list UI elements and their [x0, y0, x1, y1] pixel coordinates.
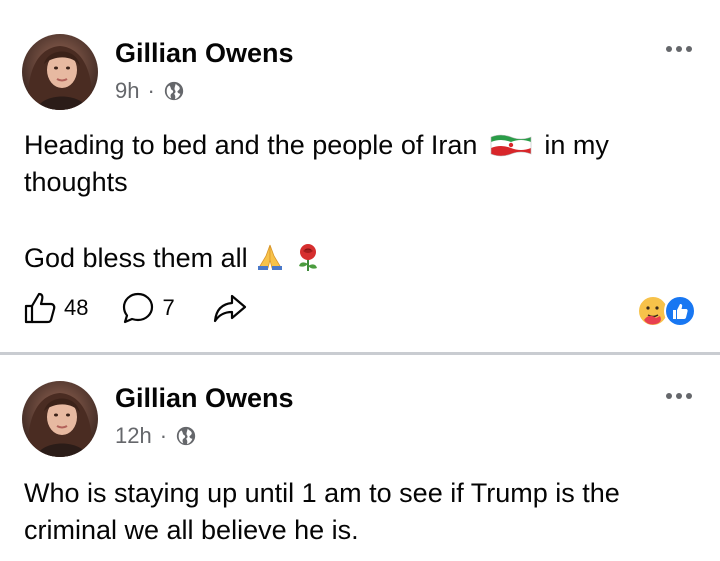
- dot-icon: [686, 46, 692, 52]
- share-icon: [213, 294, 246, 323]
- post-text: Who is staying up until 1 am to see if T…: [24, 475, 690, 549]
- meta-separator: ·: [159, 423, 168, 448]
- post-actions: 48 7: [22, 290, 277, 326]
- meta-separator: ·: [147, 78, 155, 103]
- iran-flag-emoji-icon: [490, 134, 532, 157]
- thumbs-up-icon: [24, 292, 56, 324]
- comment-icon: [123, 292, 154, 324]
- care-reaction-icon: [637, 295, 669, 327]
- globe-icon: [164, 81, 183, 101]
- author-name[interactable]: Gillian Owens: [115, 383, 294, 414]
- post: Gillian Owens 9h · Heading to bed and th…: [0, 0, 720, 352]
- post-text-line1: Heading to bed and the people of Iran: [24, 130, 478, 160]
- more-options-button[interactable]: [666, 393, 692, 399]
- post-meta: 12h ·: [115, 423, 197, 449]
- share-button[interactable]: [211, 290, 249, 326]
- post: Gillian Owens 12h · Who is staying up un…: [0, 355, 720, 561]
- post-time[interactable]: 12h: [115, 423, 152, 449]
- post-text-line2: thoughts: [24, 167, 128, 197]
- avatar[interactable]: [22, 381, 98, 457]
- comment-button[interactable]: 7: [120, 290, 175, 326]
- like-button[interactable]: 48: [22, 290, 88, 326]
- post-text-blessing: God bless them all: [24, 240, 690, 277]
- dot-icon: [676, 46, 682, 52]
- folded-hands-emoji-icon: [258, 244, 283, 270]
- post-meta: 9h ·: [115, 78, 185, 104]
- post-text: Heading to bed and the people of Iran in…: [24, 127, 690, 201]
- like-reaction-icon: [664, 295, 696, 327]
- dot-icon: [676, 393, 682, 399]
- post-text-line2: criminal we all believe he is.: [24, 515, 359, 545]
- more-options-button[interactable]: [666, 46, 692, 52]
- dot-icon: [686, 393, 692, 399]
- dot-icon: [666, 46, 672, 52]
- post-text-line1: Who is staying up until 1 am to see if T…: [24, 478, 620, 508]
- post-text-line1-end: in my: [544, 130, 609, 160]
- comment-count: 7: [162, 295, 175, 320]
- like-count: 48: [64, 295, 89, 320]
- globe-icon: [176, 426, 196, 446]
- post-text-line3: God bless them all: [24, 243, 248, 273]
- author-name[interactable]: Gillian Owens: [115, 38, 294, 69]
- avatar[interactable]: [22, 34, 98, 110]
- reaction-summary[interactable]: [636, 294, 698, 328]
- dot-icon: [666, 393, 672, 399]
- rose-emoji-icon: [298, 244, 317, 271]
- post-time[interactable]: 9h: [115, 78, 139, 104]
